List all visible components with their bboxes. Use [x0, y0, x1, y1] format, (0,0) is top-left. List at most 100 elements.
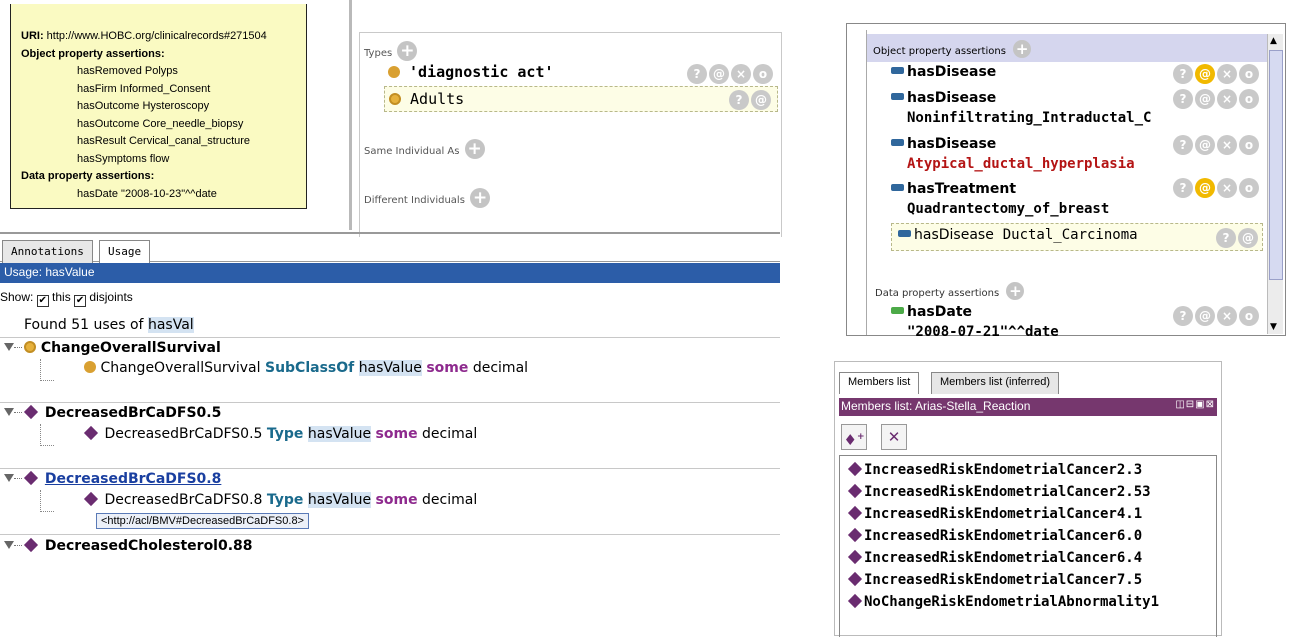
- list-item[interactable]: IncreasedRiskEndometrialCancer6.0: [847, 526, 1142, 546]
- edit-button[interactable]: o: [1239, 178, 1259, 198]
- delete-button[interactable]: ×: [1217, 306, 1237, 326]
- help-button[interactable]: ?: [1173, 135, 1193, 155]
- individual-icon: [83, 491, 99, 507]
- list-item[interactable]: IncreasedRiskEndometrialCancer2.3: [847, 460, 1142, 480]
- different-individuals-section: Different Individuals +: [364, 188, 491, 208]
- expand-icon[interactable]: [4, 541, 14, 549]
- annotate-button[interactable]: @: [1195, 89, 1215, 109]
- window-controls-icon[interactable]: ◫⊟▣⊠: [1175, 399, 1215, 410]
- edit-button[interactable]: o: [1239, 64, 1259, 84]
- add-same-individual-plus-icon[interactable]: +: [464, 139, 485, 159]
- delete-button[interactable]: ×: [1217, 178, 1237, 198]
- help-button[interactable]: ?: [1216, 228, 1236, 248]
- add-different-individual-plus-icon[interactable]: +: [470, 188, 491, 208]
- expand-icon[interactable]: [4, 343, 14, 351]
- object-property-panel: Object property assertions + hasDisease …: [846, 23, 1286, 340]
- usage-axiom[interactable]: ChangeOverallSurvival SubClassOf hasValu…: [84, 360, 528, 376]
- row-buttons: ? @ × o: [1171, 88, 1259, 109]
- object-property-row[interactable]: hasDisease Atypical_ductal_hyperplasia: [891, 134, 1135, 174]
- annotate-button[interactable]: @: [1195, 178, 1215, 198]
- delete-button[interactable]: ×: [1217, 135, 1237, 155]
- edit-button[interactable]: o: [753, 64, 773, 84]
- annotate-button[interactable]: @: [1195, 135, 1215, 155]
- vertical-scrollbar[interactable]: ▲ ▼: [1267, 34, 1283, 334]
- data-assertions-header: Data property assertions:: [21, 170, 155, 182]
- object-property-row-highlighted[interactable]: hasDisease Ductal_Carcinoma ? @: [891, 223, 1263, 251]
- scroll-down-icon[interactable]: ▼: [1270, 322, 1277, 332]
- scroll-up-icon[interactable]: ▲: [1270, 36, 1277, 46]
- edit-button[interactable]: o: [1239, 89, 1259, 109]
- help-button[interactable]: ?: [1173, 306, 1193, 326]
- show-this-checkbox[interactable]: ✔: [36, 295, 49, 307]
- same-individual-label: Same Individual As: [364, 146, 460, 157]
- show-disjoints-checkbox[interactable]: ✔: [74, 295, 87, 307]
- usage-title-bar: Usage: hasValue: [0, 263, 780, 283]
- type-row[interactable]: 'diagnostic act': [388, 63, 554, 81]
- add-member-button[interactable]: ♦+: [841, 424, 867, 450]
- usage-found-text: Found 51 uses of hasVal: [24, 317, 194, 333]
- panel-divider: [349, 0, 352, 230]
- individual-icon: [23, 470, 39, 486]
- usage-axiom[interactable]: DecreasedBrCaDFS0.8 Type hasValue some d…: [83, 491, 477, 508]
- uri-label: URI:: [21, 30, 44, 42]
- show-this-label: this: [52, 290, 71, 304]
- object-property-row[interactable]: hasDisease: [891, 62, 996, 82]
- help-button[interactable]: ?: [1173, 89, 1193, 109]
- list-item[interactable]: IncreasedRiskEndometrialCancer4.1: [847, 504, 1142, 524]
- separator: [0, 402, 780, 403]
- list-item[interactable]: IncreasedRiskEndometrialCancer7.5: [847, 570, 1142, 590]
- edit-button[interactable]: o: [1239, 135, 1259, 155]
- scrollbar-thumb[interactable]: [1269, 50, 1283, 280]
- tab-usage[interactable]: Usage: [99, 240, 151, 264]
- annotate-button[interactable]: @: [751, 90, 771, 110]
- class-icon: [389, 93, 401, 105]
- object-assertion-item: hasSymptoms flow: [77, 152, 170, 165]
- object-property-row[interactable]: hasDisease Noninfiltrating_Intraductal_C: [891, 88, 1151, 128]
- usage-tree-node[interactable]: ChangeOverallSurvival: [4, 340, 221, 356]
- help-button[interactable]: ?: [1173, 64, 1193, 84]
- panel-gutter: [853, 30, 867, 335]
- tab-members-list[interactable]: Members list: [839, 372, 920, 394]
- data-property-row[interactable]: hasDate "2008-07-21"^^date: [891, 302, 1059, 342]
- usage-tree-node[interactable]: DecreasedCholesterol0.88: [4, 537, 253, 554]
- annotate-button[interactable]: @: [709, 64, 729, 84]
- delete-button[interactable]: ×: [731, 64, 751, 84]
- usage-tree-node[interactable]: DecreasedBrCaDFS0.8: [4, 470, 221, 487]
- tab-annotations[interactable]: Annotations: [2, 240, 93, 264]
- individual-icon: [847, 461, 863, 477]
- add-object-property-plus-icon[interactable]: +: [1013, 40, 1032, 58]
- annotate-button[interactable]: @: [1195, 64, 1215, 84]
- add-type-plus-icon[interactable]: +: [397, 41, 418, 61]
- expand-icon[interactable]: [4, 474, 14, 482]
- data-property-icon: [891, 307, 904, 314]
- type-row-highlighted[interactable]: Adults ? @: [384, 86, 778, 112]
- add-data-property-plus-icon[interactable]: +: [1006, 282, 1025, 300]
- help-button[interactable]: ?: [687, 64, 707, 84]
- delete-button[interactable]: ×: [1217, 89, 1237, 109]
- row-buttons: ? @ × o: [1171, 305, 1259, 326]
- class-icon: [24, 341, 36, 353]
- delete-button[interactable]: ×: [1217, 64, 1237, 84]
- individual-icon: [847, 505, 863, 521]
- annotate-button[interactable]: @: [1238, 228, 1258, 248]
- list-item[interactable]: NoChangeRiskEndometrialAbnormality1: [847, 592, 1159, 612]
- show-label: Show:: [0, 290, 34, 304]
- usage-tab-bar: Annotations Usage: [0, 232, 780, 264]
- edit-button[interactable]: o: [1239, 306, 1259, 326]
- usage-axiom[interactable]: DecreasedBrCaDFS0.5 Type hasValue some d…: [83, 425, 477, 442]
- tab-members-list-inferred[interactable]: Members list (inferred): [931, 372, 1060, 394]
- list-item[interactable]: IncreasedRiskEndometrialCancer2.53: [847, 482, 1151, 502]
- row-buttons: ? @: [1214, 227, 1258, 248]
- object-property-header: Object property assertions +: [867, 34, 1269, 62]
- annotate-button[interactable]: @: [1195, 306, 1215, 326]
- list-item[interactable]: IncreasedRiskEndometrialCancer6.4: [847, 548, 1142, 568]
- usage-tree-node[interactable]: DecreasedBrCaDFS0.5: [4, 404, 221, 421]
- help-button[interactable]: ?: [1173, 178, 1193, 198]
- tree-connector: [40, 359, 54, 381]
- show-disjoints-label: disjoints: [89, 290, 133, 304]
- help-button[interactable]: ?: [729, 90, 749, 110]
- expand-icon[interactable]: [4, 408, 14, 416]
- remove-member-button[interactable]: ✕: [881, 424, 907, 450]
- object-property-row[interactable]: hasTreatment Quadrantectomy_of_breast: [891, 179, 1109, 219]
- individual-icon: [847, 593, 863, 609]
